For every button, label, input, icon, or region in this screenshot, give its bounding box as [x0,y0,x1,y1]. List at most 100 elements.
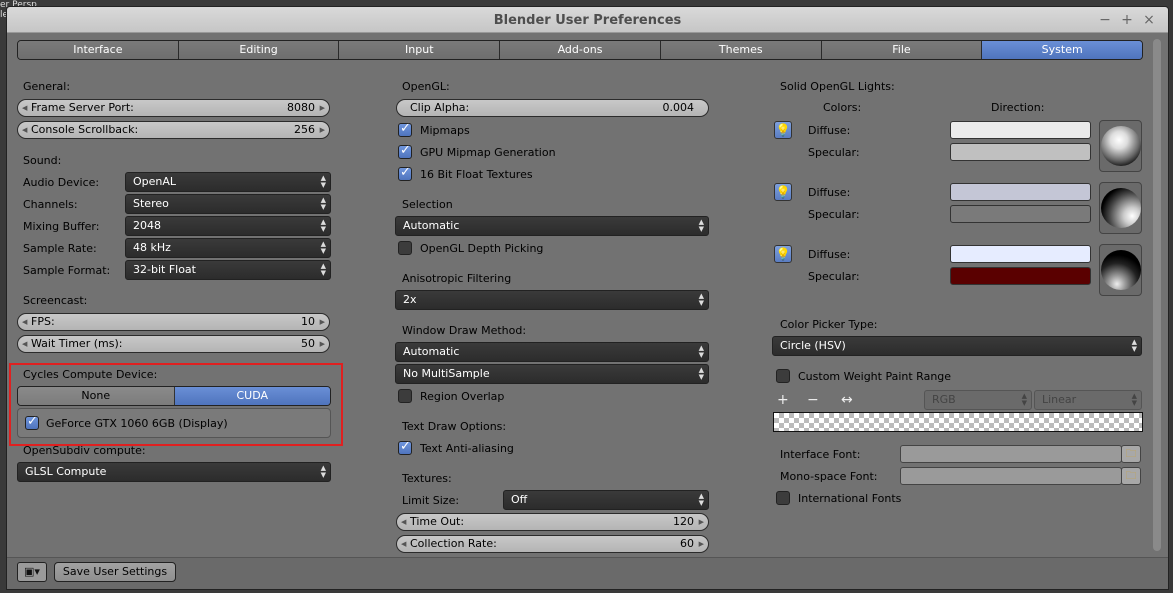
folder-icon[interactable]: 🗀 [1121,467,1141,485]
selection-dropdown[interactable]: Automatic ▲ ▼ [395,216,709,236]
color-mode-value: RGB [932,393,956,406]
sample-rate-dropdown[interactable]: 48 kHz ▲ ▼ [125,238,331,258]
fps-label: FPS: [31,315,55,328]
interpolation-dropdown[interactable]: Linear ▲ ▼ [1034,390,1142,410]
anisotropic-dropdown[interactable]: 2x ▲ ▼ [395,290,709,310]
decrement-icon[interactable]: ◀ [401,514,406,530]
decrement-icon[interactable]: ◀ [22,122,27,138]
lightbulb-icon[interactable]: 💡 [774,121,792,139]
fps-field[interactable]: ◀ FPS: 10 ▶ [17,313,330,331]
custom-weight-checkbox[interactable] [776,369,790,383]
updown-arrows-icon: ▲ ▼ [698,218,704,233]
clip-alpha-value: 0.004 [662,101,695,114]
color-ramp[interactable] [773,412,1143,432]
updown-arrows-icon: ▲ ▼ [320,240,326,255]
tab-themes[interactable]: Themes [660,41,822,59]
tab-editing[interactable]: Editing [178,41,340,59]
limit-size-dropdown[interactable]: Off ▲ ▼ [503,490,709,510]
specular-label: Specular: [808,208,860,221]
light-direction-sphere[interactable] [1099,182,1142,234]
channels-value: Stereo [133,197,169,210]
channels-dropdown[interactable]: Stereo ▲ ▼ [125,194,331,214]
light-direction-sphere[interactable] [1099,120,1142,172]
international-fonts-checkbox[interactable] [776,491,790,505]
compute-option-none[interactable]: None [18,387,175,405]
color-mode-dropdown[interactable]: RGB ▲ ▼ [924,390,1032,410]
time-out-value: 120 [673,515,694,528]
close-icon[interactable]: × [1141,12,1157,28]
window-draw-heading: Window Draw Method: [402,324,527,337]
mixing-buffer-label: Mixing Buffer: [23,220,100,233]
multisample-dropdown[interactable]: No MultiSample ▲ ▼ [395,364,709,384]
float-textures-checkbox[interactable] [398,165,412,181]
increment-icon[interactable]: ▶ [320,336,325,352]
clip-alpha-label: Clip Alpha: [410,101,470,114]
light-direction-sphere[interactable] [1099,244,1142,296]
minimize-icon[interactable]: − [1097,12,1113,28]
mono-font-field[interactable] [900,467,1122,485]
decrement-icon[interactable]: ◀ [22,336,27,352]
decrement-icon[interactable]: ◀ [22,100,27,116]
tab-addons[interactable]: Add-ons [500,41,661,59]
increment-icon[interactable]: ▶ [320,314,325,330]
lightbulb-icon[interactable]: 💡 [774,245,792,263]
mipmaps-checkbox[interactable] [398,121,412,137]
region-overlap-label: Region Overlap [420,390,505,403]
fps-value: 10 [301,315,315,328]
color-picker-dropdown[interactable]: Circle (HSV) ▲ ▼ [772,336,1142,356]
anti-aliasing-checkbox[interactable] [398,439,412,455]
folder-icon[interactable]: 🗀 [1121,445,1141,463]
lightbulb-icon[interactable]: 💡 [774,183,792,201]
decrement-icon[interactable]: ◀ [401,536,406,552]
depth-picking-checkbox[interactable] [398,241,412,255]
decrement-icon[interactable]: ◀ [22,314,27,330]
tab-input[interactable]: Input [339,41,501,59]
specular-label: Specular: [808,270,860,283]
diffuse-color-swatch[interactable] [950,183,1091,201]
audio-device-value: OpenAL [133,175,177,188]
increment-icon[interactable]: ▶ [699,536,704,552]
increment-icon[interactable]: ▶ [320,100,325,116]
audio-device-label: Audio Device: [23,176,100,189]
compute-option-cuda[interactable]: CUDA [174,387,330,405]
multisample-value: No MultiSample [403,367,490,380]
collection-rate-field[interactable]: ◀ Collection Rate: 60 ▶ [396,535,709,553]
gpu-mipmap-checkbox[interactable] [398,143,412,159]
updown-arrows-icon: ▲ ▼ [1131,392,1137,407]
editor-type-icon[interactable]: ▣▾ [17,562,47,582]
tab-interface[interactable]: Interface [18,41,179,59]
scrollbar[interactable] [1153,39,1161,551]
opensubdiv-dropdown[interactable]: GLSL Compute ▲ ▼ [17,462,331,482]
diffuse-color-swatch[interactable] [950,245,1091,263]
color-picker-heading: Color Picker Type: [780,318,878,331]
add-stop-icon[interactable]: + [777,393,789,407]
title-bar[interactable]: Blender User Preferences − + × [7,7,1168,33]
mixing-buffer-dropdown[interactable]: 2048 ▲ ▼ [125,216,331,236]
window-draw-dropdown[interactable]: Automatic ▲ ▼ [395,342,709,362]
limit-size-value: Off [511,493,528,506]
frame-server-port-field[interactable]: ◀ Frame Server Port: 8080 ▶ [17,99,330,117]
device-checkbox[interactable] [25,414,39,430]
tab-system[interactable]: System [982,41,1142,59]
specular-color-swatch[interactable] [950,267,1091,285]
console-scrollback-field[interactable]: ◀ Console Scrollback: 256 ▶ [17,121,330,139]
diffuse-color-swatch[interactable] [950,121,1091,139]
increment-icon[interactable]: ▶ [699,514,704,530]
time-out-field[interactable]: ◀ Time Out: 120 ▶ [396,513,709,531]
sample-format-dropdown[interactable]: 32-bit Float ▲ ▼ [125,260,331,280]
specular-color-swatch[interactable] [950,205,1091,223]
maximize-icon[interactable]: + [1119,12,1135,28]
specular-color-swatch[interactable] [950,143,1091,161]
updown-arrows-icon: ▲ ▼ [320,218,326,233]
increment-icon[interactable]: ▶ [320,122,325,138]
flip-icon[interactable]: ↔ [841,393,853,407]
remove-stop-icon[interactable]: − [807,393,819,407]
wait-timer-field[interactable]: ◀ Wait Timer (ms): 50 ▶ [17,335,330,353]
tab-file[interactable]: File [821,41,983,59]
interface-font-field[interactable] [900,445,1122,463]
save-user-settings-button[interactable]: Save User Settings [54,562,176,582]
region-overlap-checkbox[interactable] [398,389,412,403]
direction-label: Direction: [991,101,1045,114]
audio-device-dropdown[interactable]: OpenAL ▲ ▼ [125,172,331,192]
clip-alpha-field[interactable]: Clip Alpha: 0.004 [396,99,709,117]
